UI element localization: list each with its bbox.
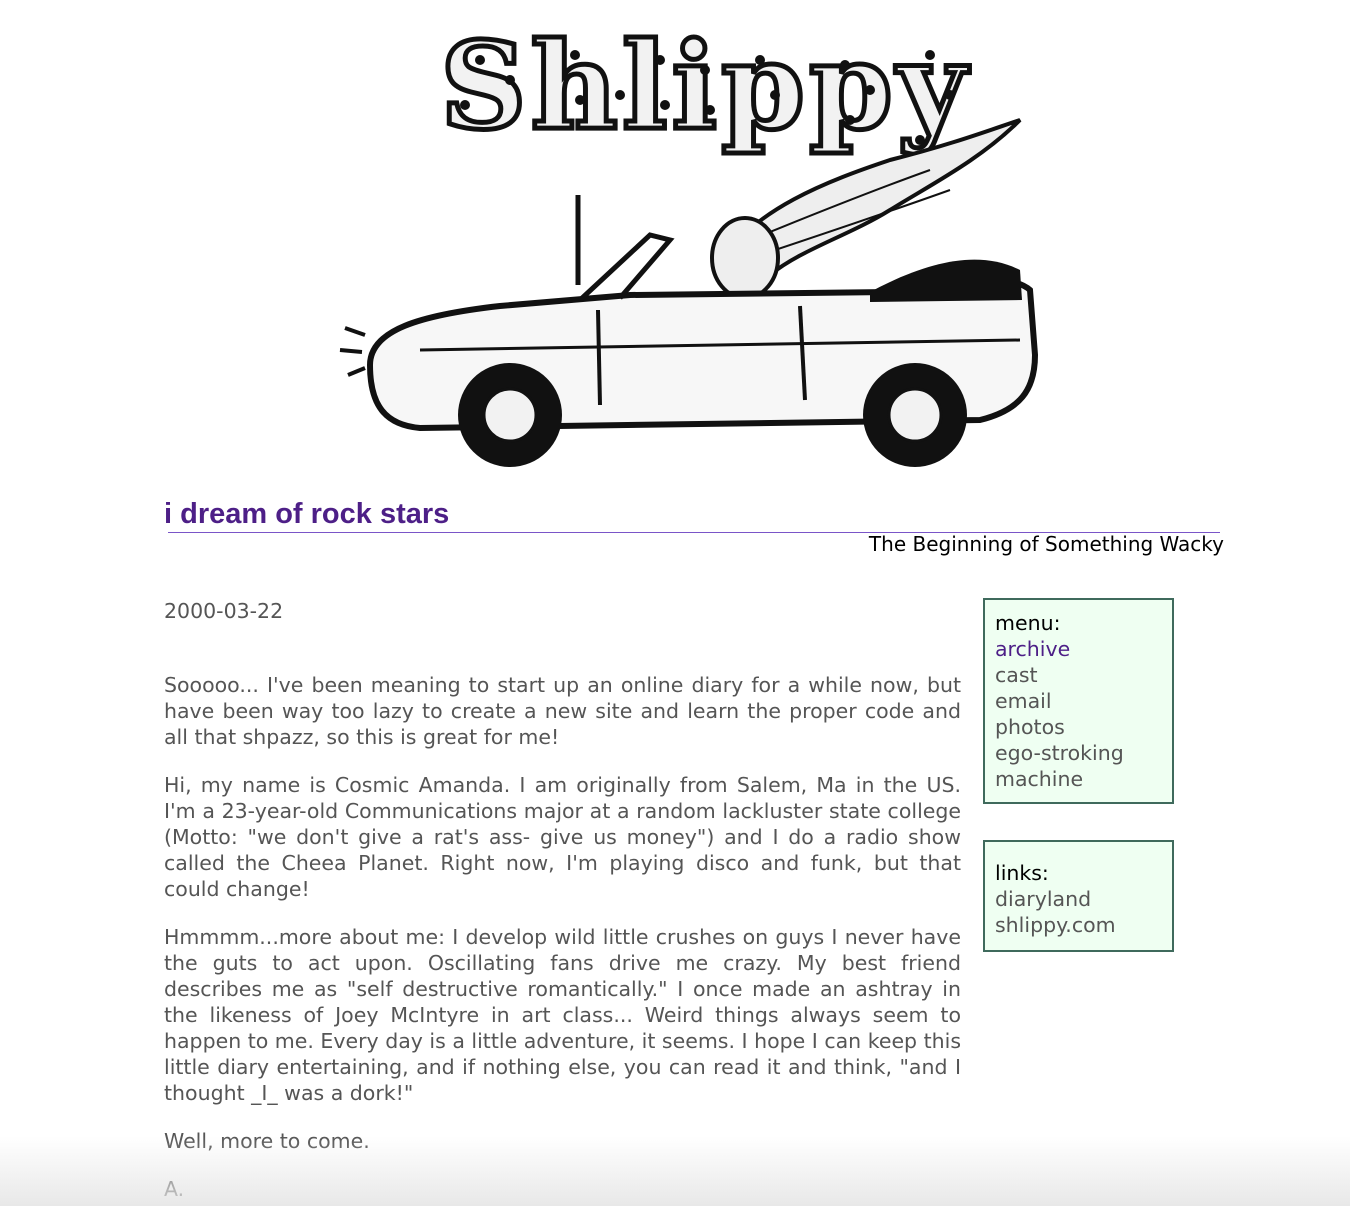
link-shlippy-com[interactable]: shlippy.com [995, 912, 1162, 938]
site-subtitle: The Beginning of Something Wacky [868, 532, 1224, 556]
entry-paragraph: Sooooo... I've been meaning to start up … [164, 673, 961, 749]
menu-link-ego-stroking-machine[interactable]: ego-stroking machine [995, 740, 1162, 792]
menu-link-photos[interactable]: photos [995, 714, 1162, 740]
menu-heading: menu: [995, 611, 1061, 635]
links-box: links: diaryland shlippy.com [983, 840, 1174, 952]
entry-paragraph: Well, more to come. [164, 1129, 370, 1153]
car-convertible-icon: Shlippy [339, 14, 1039, 467]
link-diaryland[interactable]: diaryland [995, 886, 1162, 912]
entry-signature: A. [164, 1177, 185, 1201]
menu-link-archive[interactable]: archive [995, 636, 1162, 662]
entry-title: i dream of rock stars [164, 498, 450, 530]
links-heading: links: [995, 861, 1049, 885]
diary-entry: 2000-03-22 Sooooo... I've been meaning t… [164, 598, 961, 1206]
menu-link-cast[interactable]: cast [995, 662, 1162, 688]
logo-text: Shlippy [440, 16, 971, 157]
banner-image: Shlippy [330, 10, 1060, 485]
menu-box: menu: archive cast email photos ego-stro… [983, 598, 1174, 804]
menu-link-email[interactable]: email [995, 688, 1162, 714]
entry-date: 2000-03-22 [164, 599, 284, 623]
entry-paragraph: Hi, my name is Cosmic Amanda. I am origi… [164, 773, 961, 901]
entry-paragraph: Hmmmm...more about me: I develop wild li… [164, 925, 961, 1105]
